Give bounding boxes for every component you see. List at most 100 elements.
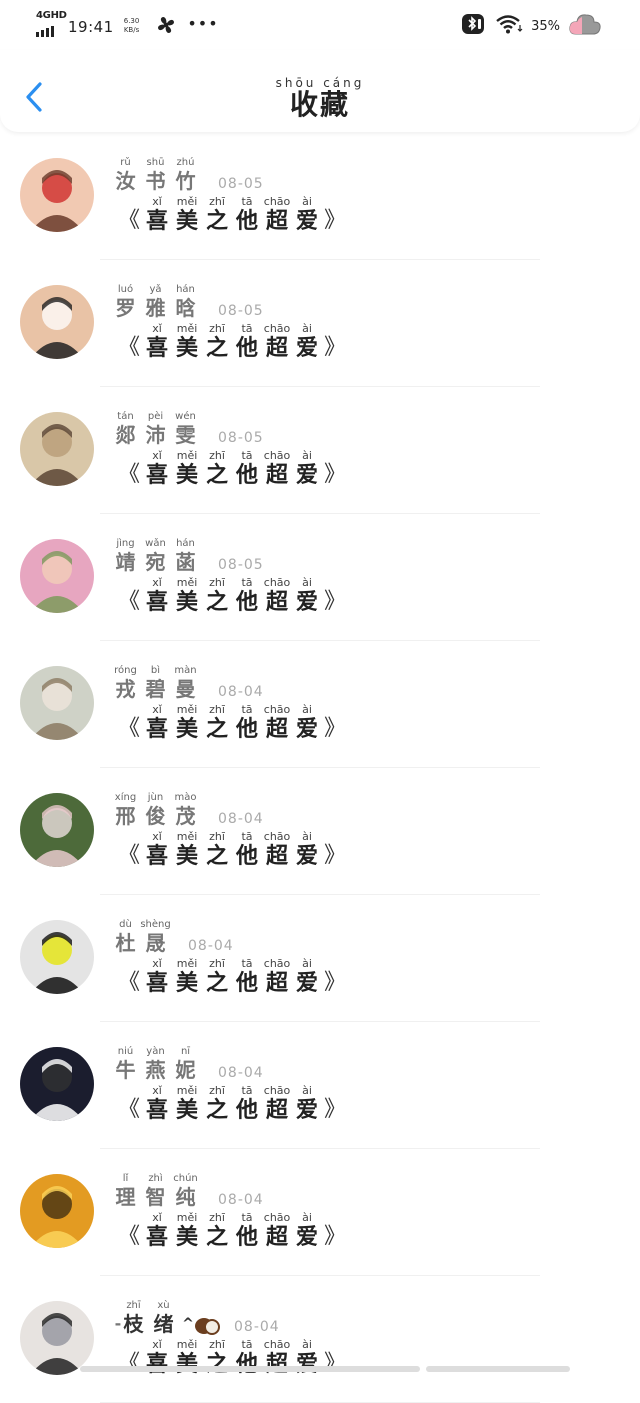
name-char-pinyin: shèng xyxy=(140,919,171,930)
favorite-message[interactable]: 《 xǐ 喜 měi 美 zhī 之 tā 他 chāo 超 ài 爱》 xyxy=(118,830,346,870)
message-char: xǐ 喜 xyxy=(142,322,172,362)
message-char: ài 爱 xyxy=(292,449,322,489)
name-char-hanzi: 纯 xyxy=(175,1185,196,1209)
name-char: bì 碧 xyxy=(144,665,167,701)
contact-name: dù 杜 shèng 晟 xyxy=(114,919,174,955)
list-item[interactable]: xíng 邢 jùn 俊 mào 茂 08-04 《 xǐ 喜 měi 美 zhī 之 tā 他 chāo 超 ài… xyxy=(0,768,640,895)
message-char: tā 他 xyxy=(232,1211,262,1251)
message-char-hanzi: 美 xyxy=(176,590,199,615)
message-char-hanzi: 爱 xyxy=(296,971,319,996)
open-bracket: 《 xyxy=(118,462,141,487)
message-char-pinyin: tā xyxy=(241,322,253,335)
favorite-message[interactable]: 《 xǐ 喜 měi 美 zhī 之 tā 他 chāo 超 ài 爱》 xyxy=(118,1211,346,1251)
avatar[interactable] xyxy=(20,285,94,359)
message-char-hanzi: 爱 xyxy=(296,1352,319,1377)
message-char-hanzi: 爱 xyxy=(296,463,319,488)
contact-name-block: róng 戎 bì 碧 màn 曼 08-04 xyxy=(114,665,264,701)
message-char-pinyin: xǐ xyxy=(152,830,162,843)
message-char-pinyin: tā xyxy=(241,830,253,843)
message-char-pinyin: zhī xyxy=(209,957,225,970)
name-char-pinyin: wén xyxy=(175,411,196,422)
message-char-hanzi: 喜 xyxy=(146,717,169,742)
avatar[interactable] xyxy=(20,539,94,613)
list-item[interactable]: róng 戎 bì 碧 màn 曼 08-04 《 xǐ 喜 měi 美 zhī 之 tā 他 chāo 超 ài 爱… xyxy=(0,641,640,768)
message-char: měi 美 xyxy=(172,957,202,997)
avatar[interactable] xyxy=(20,1301,94,1375)
message-char-pinyin: měi xyxy=(176,449,198,462)
message-char-pinyin: měi xyxy=(176,1338,198,1351)
message-char-pinyin: zhī xyxy=(209,830,225,843)
message-char: tā 他 xyxy=(232,957,262,997)
list-item[interactable]: lǐ 理 zhì 智 chún 纯 08-04 《 xǐ 喜 měi 美 zhī 之 tā 他 chāo 超 ài 爱… xyxy=(0,1149,640,1276)
list-item[interactable]: dù 杜 shèng 晟 08-04 《 xǐ 喜 měi 美 zhī 之 tā 他 chāo 超 ài 爱》 xyxy=(0,895,640,1022)
message-char-pinyin: ài xyxy=(302,449,312,462)
open-bracket: 《 xyxy=(118,1097,141,1122)
avatar[interactable] xyxy=(20,158,94,232)
favorite-message[interactable]: 《 xǐ 喜 měi 美 zhī 之 tā 他 chāo 超 ài 爱》 xyxy=(118,576,346,616)
list-item[interactable]: niú 牛 yàn 燕 nī 妮 08-04 《 xǐ 喜 měi 美 zhī 之 tā 他 chāo 超 ài 爱》 xyxy=(0,1022,640,1149)
message-char: měi 美 xyxy=(172,1338,202,1378)
favorite-message[interactable]: 《 xǐ 喜 měi 美 zhī 之 tā 他 chāo 超 ài 爱》 xyxy=(118,1084,346,1124)
name-char-hanzi: 晟 xyxy=(145,931,166,955)
favorite-message[interactable]: 《 xǐ 喜 měi 美 zhī 之 tā 他 chāo 超 ài 爱》 xyxy=(118,322,346,362)
open-bracket: 《 xyxy=(118,1351,141,1376)
favorite-message[interactable]: 《 xǐ 喜 měi 美 zhī 之 tā 他 chāo 超 ài 爱》 xyxy=(118,195,346,235)
message-char-hanzi: 爱 xyxy=(296,1098,319,1123)
name-char-hanzi: 理 xyxy=(115,1185,136,1209)
name-char-hanzi: 戎 xyxy=(115,677,136,701)
message-char: chāo 超 xyxy=(262,703,292,743)
open-bracket: 《 xyxy=(118,716,141,741)
message-char: ài 爱 xyxy=(292,195,322,235)
name-char: xù 绪 xyxy=(152,1300,175,1340)
message-char: zhī 之 xyxy=(202,1338,232,1378)
message-char-hanzi: 他 xyxy=(236,590,259,615)
message-char: xǐ 喜 xyxy=(142,1338,172,1378)
avatar[interactable] xyxy=(20,1047,94,1121)
name-char-pinyin: dù xyxy=(119,919,132,930)
close-bracket: 》 xyxy=(324,335,347,360)
list-item[interactable]: luó 罗 yǎ 雅 hán 晗 08-05 《 xǐ 喜 měi 美 zhī 之 tā 他 chāo 超 ài 爱》 xyxy=(0,260,640,387)
name-char-pinyin: chún xyxy=(173,1173,198,1184)
list-item[interactable]: rǔ 汝 shū 书 zhú 竹 08-05 《 xǐ 喜 měi 美 zhī 之 tā 他 chāo 超 ài 爱》 xyxy=(0,133,640,260)
contact-name-block: tán 郯 pèi 沛 wén 雯 08-05 xyxy=(114,411,264,447)
name-char: chún 纯 xyxy=(173,1173,198,1209)
message-char-pinyin: tā xyxy=(241,449,253,462)
favorite-message[interactable]: 《 xǐ 喜 měi 美 zhī 之 tā 他 chāo 超 ài 爱》 xyxy=(118,1338,346,1378)
avatar[interactable] xyxy=(20,920,94,994)
avatar[interactable] xyxy=(20,793,94,867)
name-char: mào 茂 xyxy=(174,792,197,828)
favorite-message[interactable]: 《 xǐ 喜 měi 美 zhī 之 tā 他 chāo 超 ài 爱》 xyxy=(118,957,346,997)
message-char-hanzi: 爱 xyxy=(296,209,319,234)
avatar[interactable] xyxy=(20,412,94,486)
open-bracket: 《 xyxy=(118,208,141,233)
network-speed: 6.30 KB/s xyxy=(124,17,140,35)
list-item[interactable]: jìng 靖 wǎn 宛 hán 菡 08-05 《 xǐ 喜 měi 美 zhī 之 tā 他 chāo 超 ài… xyxy=(0,514,640,641)
item-date: 08-04 xyxy=(188,938,234,954)
message-char-hanzi: 美 xyxy=(176,844,199,869)
favorite-message[interactable]: 《 xǐ 喜 měi 美 zhī 之 tā 他 chāo 超 ài 爱》 xyxy=(118,703,346,743)
close-bracket: 》 xyxy=(324,1224,347,1249)
message-char-hanzi: 超 xyxy=(266,209,289,234)
avatar[interactable] xyxy=(20,666,94,740)
message-char-pinyin: ài xyxy=(302,703,312,716)
message-char-hanzi: 之 xyxy=(206,1098,229,1123)
page-title-text: 收藏 xyxy=(289,88,350,121)
avatar[interactable] xyxy=(20,1174,94,1248)
name-char-hanzi: 宛 xyxy=(145,550,166,574)
item-date: 08-04 xyxy=(218,1065,264,1081)
message-char: chāo 超 xyxy=(262,957,292,997)
list-item[interactable]: tán 郯 pèi 沛 wén 雯 08-05 《 xǐ 喜 měi 美 zhī 之 tā 他 chāo 超 ài 爱… xyxy=(0,387,640,514)
message-char-pinyin: měi xyxy=(176,195,198,208)
message-char: ài 爱 xyxy=(292,1084,322,1124)
message-char: xǐ 喜 xyxy=(142,957,172,997)
message-char-pinyin: zhī xyxy=(209,576,225,589)
name-char: jùn 俊 xyxy=(144,792,167,828)
message-char-hanzi: 喜 xyxy=(146,463,169,488)
message-char-hanzi: 喜 xyxy=(146,1098,169,1123)
open-bracket: 《 xyxy=(118,589,141,614)
name-char: xíng 邢 xyxy=(114,792,137,828)
message-char: měi 美 xyxy=(172,1211,202,1251)
favorite-message[interactable]: 《 xǐ 喜 měi 美 zhī 之 tā 他 chāo 超 ài 爱》 xyxy=(118,449,346,489)
list-item[interactable]: - zhī 枝 xù 绪 ^ 08-04 《 xǐ 喜 měi 美 zhī 之 tā 他 chāo 超 ài 爱》 xyxy=(0,1276,640,1403)
message-char-hanzi: 喜 xyxy=(146,844,169,869)
